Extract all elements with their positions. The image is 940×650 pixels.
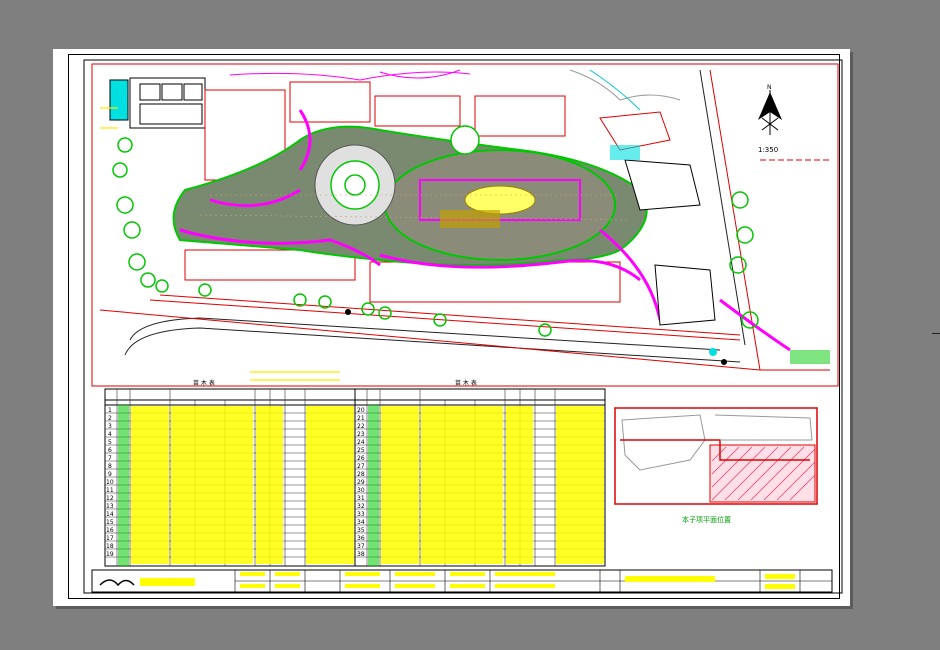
svg-text:2: 2 bbox=[108, 415, 112, 422]
svg-text:14: 14 bbox=[106, 511, 114, 518]
svg-text:13: 13 bbox=[106, 503, 114, 510]
north-label: N bbox=[767, 84, 772, 91]
svg-text:3: 3 bbox=[108, 423, 112, 430]
svg-text:24: 24 bbox=[357, 439, 365, 446]
svg-text:31: 31 bbox=[357, 495, 365, 502]
svg-text:18: 18 bbox=[106, 543, 114, 550]
plant-table: 123 456 789 101112 131415 161718 19 2021… bbox=[104, 379, 606, 567]
svg-text:35: 35 bbox=[357, 527, 365, 534]
svg-text:8: 8 bbox=[108, 463, 112, 470]
svg-text:9: 9 bbox=[108, 471, 112, 478]
svg-text:19: 19 bbox=[106, 551, 114, 558]
svg-text:26: 26 bbox=[357, 455, 365, 462]
cad-viewport[interactable]: 123 456 789 10 11 12 13 14 15 16 17 18 19 20 21… bbox=[0, 0, 940, 650]
svg-text:4: 4 bbox=[108, 431, 112, 438]
svg-text:27: 27 bbox=[357, 463, 365, 470]
keyplan-caption: 本子项平面位置 bbox=[682, 515, 731, 524]
cursor-tick bbox=[932, 333, 940, 334]
svg-text:20: 20 bbox=[357, 407, 365, 414]
svg-text:29: 29 bbox=[357, 479, 365, 486]
svg-text:23: 23 bbox=[357, 431, 365, 438]
svg-text:15: 15 bbox=[106, 519, 114, 526]
cad-drawing: 123 456 789 101112 131415 161718 19 2021… bbox=[83, 59, 843, 594]
table-title-right: 苗 木 表 bbox=[455, 379, 477, 387]
site-plan bbox=[99, 69, 830, 381]
svg-text:1: 1 bbox=[108, 407, 112, 414]
scale-label: 1:350 bbox=[758, 146, 778, 154]
svg-text:21: 21 bbox=[357, 415, 365, 422]
svg-text:36: 36 bbox=[357, 535, 365, 542]
key-plan: 本子项平面位置 bbox=[614, 407, 818, 524]
svg-text:37: 37 bbox=[357, 543, 365, 550]
svg-text:11: 11 bbox=[106, 487, 114, 494]
svg-text:33: 33 bbox=[357, 511, 365, 518]
svg-text:6: 6 bbox=[108, 447, 112, 454]
svg-text:16: 16 bbox=[106, 527, 114, 534]
svg-text:32: 32 bbox=[357, 503, 365, 510]
title-block bbox=[91, 569, 833, 593]
svg-text:22: 22 bbox=[357, 423, 365, 430]
svg-text:5: 5 bbox=[108, 439, 112, 446]
svg-text:10: 10 bbox=[106, 479, 114, 486]
svg-text:7: 7 bbox=[108, 455, 112, 462]
svg-text:30: 30 bbox=[357, 487, 365, 494]
svg-text:38: 38 bbox=[357, 551, 365, 558]
svg-text:12: 12 bbox=[106, 495, 114, 502]
svg-text:28: 28 bbox=[357, 471, 365, 478]
svg-text:25: 25 bbox=[357, 447, 365, 454]
svg-text:17: 17 bbox=[106, 535, 114, 542]
north-arrow-icon bbox=[758, 90, 782, 135]
table-title-left: 苗 木 表 bbox=[193, 379, 215, 387]
svg-text:34: 34 bbox=[357, 519, 365, 526]
